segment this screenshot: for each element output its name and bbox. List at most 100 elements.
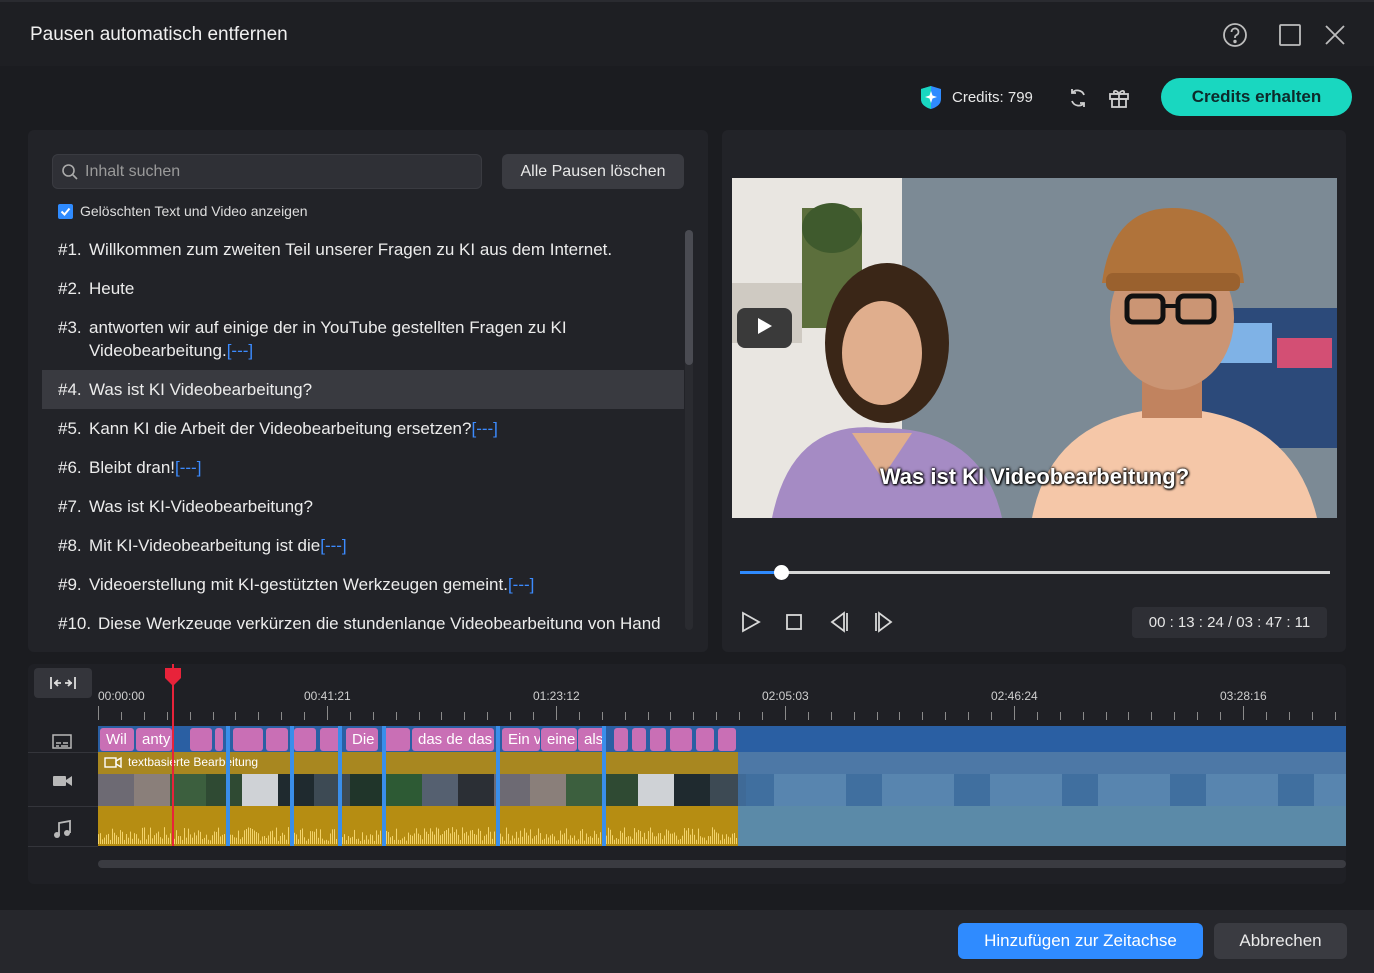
ruler-tick: [1128, 712, 1129, 720]
cut-marker[interactable]: [290, 726, 294, 846]
subtitle-segment[interactable]: [718, 728, 736, 751]
ruler-tick: [258, 712, 259, 720]
waveform-bar: [424, 828, 425, 844]
video-thumbnail: [422, 774, 458, 806]
video-thumbnail-deleted: [990, 774, 1026, 806]
transcript-item[interactable]: #6. Bleibt dran![---]: [42, 448, 684, 487]
waveform-bar: [348, 836, 349, 844]
transcript-item[interactable]: #7. Was ist KI-Videobearbeitung?: [42, 487, 684, 526]
playhead[interactable]: [172, 664, 174, 846]
cut-marker[interactable]: [226, 726, 230, 846]
playback-progress-bar[interactable]: [740, 565, 1330, 580]
get-credits-button[interactable]: Credits erhalten: [1161, 78, 1352, 116]
subtitle-segment[interactable]: anty: [136, 728, 172, 751]
transcript-item[interactable]: #9. Videoerstellung mit KI-gestützten Wer…: [42, 565, 684, 604]
subtitle-segment[interactable]: das: [462, 728, 494, 751]
subtitle-segment[interactable]: [650, 728, 666, 751]
subtitle-segment[interactable]: eine: [541, 728, 577, 751]
subtitle-segment[interactable]: [190, 728, 212, 751]
maximize-icon[interactable]: [1277, 22, 1303, 48]
ruler-tick-label: 01:23:12: [533, 689, 580, 703]
subtitle-segment[interactable]: [632, 728, 646, 751]
pause-marker[interactable]: [---]: [175, 458, 201, 477]
timeline-ruler[interactable]: 00:00:00 00:41:21 01:23:12 02:05:03 02:4…: [98, 664, 1346, 726]
clear-pauses-button[interactable]: Alle Pausen löschen: [502, 154, 684, 189]
subtitle-track[interactable]: Wil anty Die das de das Ein v eine als: [98, 726, 1346, 752]
video-thumbnail: [98, 774, 134, 806]
ruler-tick: [1037, 712, 1038, 720]
waveform-bar: [236, 837, 237, 844]
cut-marker[interactable]: [496, 726, 500, 846]
subtitle-segment[interactable]: Die: [346, 728, 378, 751]
waveform-bar: [296, 834, 297, 844]
transcript-item[interactable]: #2. Heute: [42, 269, 684, 308]
playhead-handle[interactable]: [162, 666, 184, 688]
ruler-tick: [1151, 712, 1152, 720]
search-input[interactable]: [85, 155, 475, 188]
show-deleted-toggle[interactable]: Gelöschten Text und Video anzeigen: [58, 202, 308, 220]
waveform-bar: [148, 834, 149, 844]
audio-track[interactable]: [98, 806, 1346, 846]
transcript-item-selected[interactable]: #4. Was ist KI Videobearbeitung?: [42, 370, 684, 409]
transcript-item[interactable]: #1. Willkommen zum zweiten Teil unserer F…: [42, 230, 684, 269]
subtitle-segment[interactable]: [384, 728, 410, 751]
transcript-item[interactable]: #10. Diese Werkzeuge verkürzen die stunde…: [42, 604, 684, 630]
waveform-bar: [516, 831, 517, 844]
pause-marker[interactable]: [---]: [471, 419, 497, 438]
subtitle-segment[interactable]: Ein v: [502, 728, 540, 751]
previous-frame-icon[interactable]: [827, 610, 851, 634]
progress-knob[interactable]: [774, 565, 790, 580]
play-icon[interactable]: [738, 610, 762, 634]
transcript-item[interactable]: #3. antworten wir auf einige der in YouTu…: [42, 308, 684, 370]
waveform-bar: [346, 840, 347, 844]
cut-marker[interactable]: [602, 726, 606, 846]
video-track-label: textbasierte Bearbeitung: [104, 755, 258, 769]
transcript-item[interactable]: #5. Kann KI die Arbeit der Videobearbeitu…: [42, 409, 684, 448]
subtitle-segment[interactable]: [266, 728, 288, 751]
subtitle-segment[interactable]: [696, 728, 714, 751]
waveform-bar: [422, 839, 423, 844]
fit-timeline-button[interactable]: [34, 668, 92, 698]
subtitle-segment[interactable]: [215, 728, 223, 751]
subtitle-segment[interactable]: [614, 728, 628, 751]
waveform-bar: [724, 838, 725, 844]
subtitle-segment[interactable]: [233, 728, 263, 751]
waveform-bar: [720, 840, 721, 844]
cut-marker[interactable]: [382, 726, 386, 846]
subtitle-segment[interactable]: [670, 728, 692, 751]
pause-marker[interactable]: [---]: [320, 536, 346, 555]
waveform-bar: [458, 834, 459, 844]
close-icon[interactable]: [1322, 22, 1348, 48]
waveform-bar: [664, 835, 665, 844]
pause-marker[interactable]: [---]: [508, 575, 534, 594]
waveform-bar: [518, 837, 519, 844]
waveform-bar: [100, 833, 101, 844]
add-to-timeline-button[interactable]: Hinzufügen zur Zeitachse: [958, 923, 1203, 959]
timeline-scrollbar[interactable]: [98, 860, 1346, 868]
subtitle-segment[interactable]: [294, 728, 316, 751]
transcript-scrollbar[interactable]: [685, 230, 693, 365]
gift-icon[interactable]: [1107, 86, 1131, 110]
refresh-icon[interactable]: [1066, 86, 1090, 110]
video-preview[interactable]: Was ist KI Videobearbeitung?: [732, 178, 1337, 518]
stop-icon[interactable]: [782, 610, 806, 634]
transcript-item[interactable]: #8. Mit KI-Videobearbeitung ist die[---]: [42, 526, 684, 565]
cut-marker[interactable]: [338, 726, 342, 846]
waveform-bar: [714, 829, 715, 844]
video-track[interactable]: textbasierte Bearbeitung: [98, 752, 1346, 806]
waveform-bar: [708, 836, 709, 844]
subtitle-segment[interactable]: Wil: [100, 728, 134, 751]
video-thumbnail: [566, 774, 602, 806]
pause-marker[interactable]: [---]: [227, 341, 253, 360]
help-icon[interactable]: [1222, 22, 1248, 48]
video-thumbnail: [314, 774, 350, 806]
waveform-bar: [592, 837, 593, 844]
waveform-bar: [110, 839, 111, 844]
show-deleted-checkbox[interactable]: [58, 203, 73, 219]
waveform-bar: [734, 833, 735, 844]
waveform-bar: [386, 830, 387, 844]
cancel-button[interactable]: Abbrechen: [1214, 923, 1347, 959]
next-frame-icon[interactable]: [872, 610, 896, 634]
waveform-bar: [460, 839, 461, 844]
ruler-tick: [602, 712, 603, 720]
